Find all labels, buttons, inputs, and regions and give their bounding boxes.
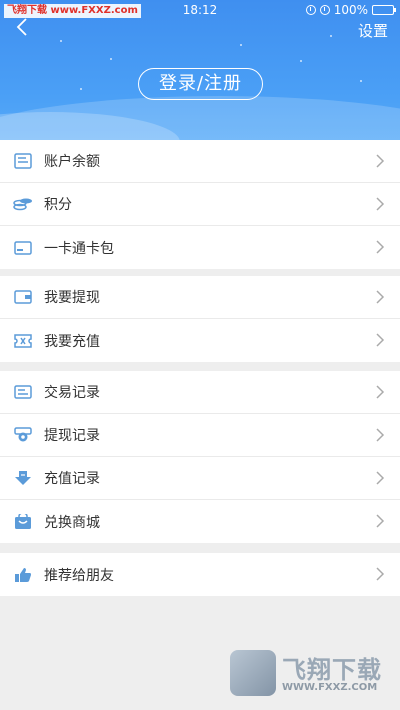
coins-icon — [13, 195, 33, 213]
header: 飞翔下载 www.FXXZ.com 18:12 100% 设置 登录/注册 — [0, 0, 400, 140]
chevron-right-icon — [376, 240, 385, 254]
chevron-right-icon — [376, 385, 385, 399]
menu-item-label: 积分 — [44, 197, 72, 213]
thumbs-up-icon — [13, 566, 33, 584]
star-decoration — [80, 88, 82, 90]
login-register-button[interactable]: 登录/注册 — [138, 68, 263, 100]
settings-button[interactable]: 设置 — [358, 20, 388, 41]
chevron-right-icon — [376, 154, 385, 168]
status-bar: 飞翔下载 www.FXXZ.com 18:12 100% — [0, 0, 400, 22]
menu-item-label: 我要充值 — [44, 333, 100, 350]
chevron-right-icon — [376, 567, 385, 581]
menu-item-balance[interactable]: 账户余额 — [0, 140, 400, 183]
menu-item-label: 交易记录 — [44, 385, 100, 401]
battery-icon — [372, 5, 396, 15]
menu-group-share: 推荐给朋友 — [0, 553, 400, 596]
menu-item-label: 推荐给朋友 — [44, 567, 114, 584]
chevron-right-icon — [376, 471, 385, 485]
lock-rotation-icon — [305, 5, 316, 15]
menu-item-label: 充值记录 — [44, 471, 100, 487]
menu-item-recommend[interactable]: 推荐给朋友 — [0, 553, 400, 596]
menu-item-withdraw-records[interactable]: 提现记录 — [0, 414, 400, 457]
shop-bag-icon — [13, 513, 33, 531]
star-decoration — [60, 40, 62, 42]
menu-item-recharge[interactable]: 我要充值 — [0, 319, 400, 362]
star-decoration — [110, 58, 112, 60]
star-decoration — [240, 44, 242, 46]
menu-group-account: 账户余额 积分 一卡通卡包 — [0, 140, 400, 269]
document-icon — [13, 152, 33, 170]
wallet-icon — [13, 288, 33, 306]
watermark-logo-icon — [230, 650, 276, 696]
menu-item-label: 兑换商城 — [44, 514, 100, 531]
menu-item-points[interactable]: 积分 — [0, 183, 400, 226]
withdraw-icon — [13, 426, 33, 444]
chevron-right-icon — [376, 197, 385, 211]
chevron-left-icon[interactable] — [12, 16, 34, 38]
star-decoration — [330, 35, 332, 37]
chevron-right-icon — [376, 514, 385, 528]
card-icon — [13, 239, 33, 257]
menu-item-exchange-mall[interactable]: 兑换商城 — [0, 500, 400, 543]
chevron-right-icon — [376, 333, 385, 347]
menu-item-transactions[interactable]: 交易记录 — [0, 371, 400, 414]
menu-item-label: 一卡通卡包 — [44, 240, 114, 257]
ticket-icon — [13, 332, 33, 350]
chevron-right-icon — [376, 428, 385, 442]
watermark-url: WWW.FXXZ.COM — [282, 682, 378, 693]
menu-item-card-wallet[interactable]: 一卡通卡包 — [0, 226, 400, 269]
watermark-logo: 飞翔下载 WWW.FXXZ.COM — [230, 648, 390, 700]
menu-item-recharge-records[interactable]: 充值记录 — [0, 457, 400, 500]
menu-item-label: 我要提现 — [44, 290, 100, 306]
status-right: 100% — [305, 3, 396, 17]
alarm-icon — [319, 5, 330, 15]
battery-percent: 100% — [333, 3, 368, 17]
chevron-right-icon — [376, 290, 385, 304]
menu-item-label: 提现记录 — [44, 428, 100, 444]
menu-group-funds: 我要提现 我要充值 — [0, 276, 400, 362]
menu-item-label: 账户余额 — [44, 154, 100, 170]
message-icon — [13, 383, 33, 401]
menu-item-withdraw[interactable]: 我要提现 — [0, 276, 400, 319]
star-decoration — [300, 60, 302, 62]
star-decoration — [360, 80, 362, 82]
watermark-brand: 飞翔下载 — [282, 656, 382, 684]
download-icon — [13, 469, 33, 487]
menu-group-records: 交易记录 提现记录 充值记录 兑换商城 — [0, 371, 400, 543]
